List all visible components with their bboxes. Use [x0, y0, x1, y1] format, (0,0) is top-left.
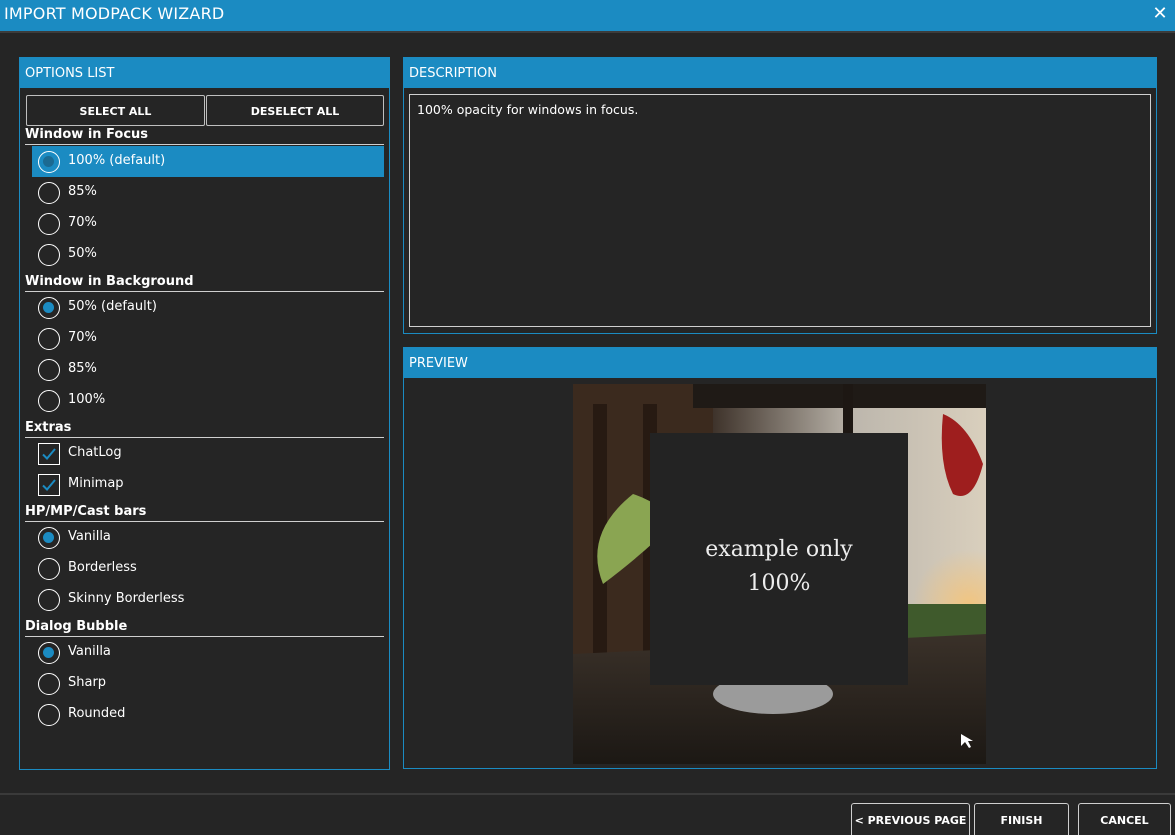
finish-button[interactable]: FINISH [974, 803, 1069, 835]
preview-overlay: example only 100% [650, 433, 908, 685]
option-label: Vanilla [68, 529, 111, 544]
radio-option-background-100[interactable]: 100% [32, 385, 384, 416]
radio-option-background-70[interactable]: 70% [32, 323, 384, 354]
option-label: 85% [68, 184, 97, 199]
option-label: 100% [68, 392, 106, 407]
description-text: 100% opacity for windows in focus. [417, 102, 639, 117]
group-title-window-in-focus: Window in Focus [25, 127, 384, 145]
group-title-dialog-bubble: Dialog Bubble [25, 619, 384, 637]
options-list-panel: OPTIONS LIST SELECT ALL DESELECT ALL Win… [19, 57, 390, 770]
option-label: Sharp [68, 675, 107, 690]
preview-header: PREVIEW [404, 348, 1156, 378]
preview-image: example only 100% [573, 384, 986, 764]
radio-selected-icon [38, 527, 60, 549]
radio-icon [38, 558, 60, 580]
radio-icon [38, 390, 60, 412]
radio-option-focus-50[interactable]: 50% [32, 239, 384, 270]
cancel-button[interactable]: CANCEL [1078, 803, 1171, 835]
option-label: 50% [68, 246, 97, 261]
radio-icon [38, 359, 60, 381]
select-all-button[interactable]: SELECT ALL [26, 95, 205, 126]
radio-option-background-85[interactable]: 85% [32, 354, 384, 385]
deselect-all-button[interactable]: DESELECT ALL [206, 95, 384, 126]
option-label: Skinny Borderless [68, 591, 185, 606]
close-icon[interactable]: ✕ [1151, 3, 1169, 24]
description-header: DESCRIPTION [404, 58, 1156, 88]
group-title-extras: Extras [25, 420, 384, 438]
title-bar: IMPORT MODPACK WIZARD ✕ [0, 0, 1175, 31]
radio-option-focus-85[interactable]: 85% [32, 177, 384, 208]
option-label: 70% [68, 330, 97, 345]
description-box: 100% opacity for windows in focus. [409, 94, 1151, 327]
checkbox-option-chatlog[interactable]: ChatLog [32, 438, 384, 469]
radio-option-bubble-sharp[interactable]: Sharp [32, 668, 384, 699]
option-label: ChatLog [68, 445, 122, 460]
radio-option-focus-100[interactable]: 100% (default) [32, 146, 384, 177]
option-label: 70% [68, 215, 97, 230]
radio-icon [38, 328, 60, 350]
radio-option-background-50[interactable]: 50% (default) [32, 292, 384, 323]
radio-icon [38, 182, 60, 204]
option-label: 50% (default) [68, 299, 157, 314]
radio-option-bubble-vanilla[interactable]: Vanilla [32, 637, 384, 668]
option-label: 85% [68, 361, 97, 376]
title-divider [0, 31, 1175, 33]
radio-option-bars-vanilla[interactable]: Vanilla [32, 522, 384, 553]
checkbox-checked-icon [38, 474, 60, 496]
overlay-line-1: example only [705, 537, 853, 562]
radio-icon [38, 213, 60, 235]
option-label: 100% (default) [68, 153, 166, 168]
radio-selected-icon [38, 297, 60, 319]
description-panel: DESCRIPTION 100% opacity for windows in … [403, 57, 1157, 334]
radio-selected-icon [38, 151, 60, 173]
group-title-window-in-background: Window in Background [25, 274, 384, 292]
option-label: Borderless [68, 560, 137, 575]
radio-icon [38, 244, 60, 266]
radio-option-bubble-rounded[interactable]: Rounded [32, 699, 384, 730]
option-label: Vanilla [68, 644, 111, 659]
radio-icon [38, 673, 60, 695]
checkbox-option-minimap[interactable]: Minimap [32, 469, 384, 500]
option-label: Minimap [68, 476, 124, 491]
previous-page-button[interactable]: < PREVIOUS PAGE [851, 803, 970, 835]
radio-icon [38, 704, 60, 726]
options-list-header: OPTIONS LIST [20, 58, 389, 88]
radio-icon [38, 589, 60, 611]
preview-panel: PREVIEW example only 100% [403, 347, 1157, 769]
radio-selected-icon [38, 642, 60, 664]
group-title-hp-mp-cast-bars: HP/MP/Cast bars [25, 504, 384, 522]
overlay-line-2: 100% [747, 571, 811, 596]
window-title: IMPORT MODPACK WIZARD [4, 4, 225, 23]
option-label: Rounded [68, 706, 126, 721]
radio-option-bars-skinny-borderless[interactable]: Skinny Borderless [32, 584, 384, 615]
radio-option-bars-borderless[interactable]: Borderless [32, 553, 384, 584]
radio-option-focus-70[interactable]: 70% [32, 208, 384, 239]
checkbox-checked-icon [38, 443, 60, 465]
footer-divider [0, 793, 1175, 795]
